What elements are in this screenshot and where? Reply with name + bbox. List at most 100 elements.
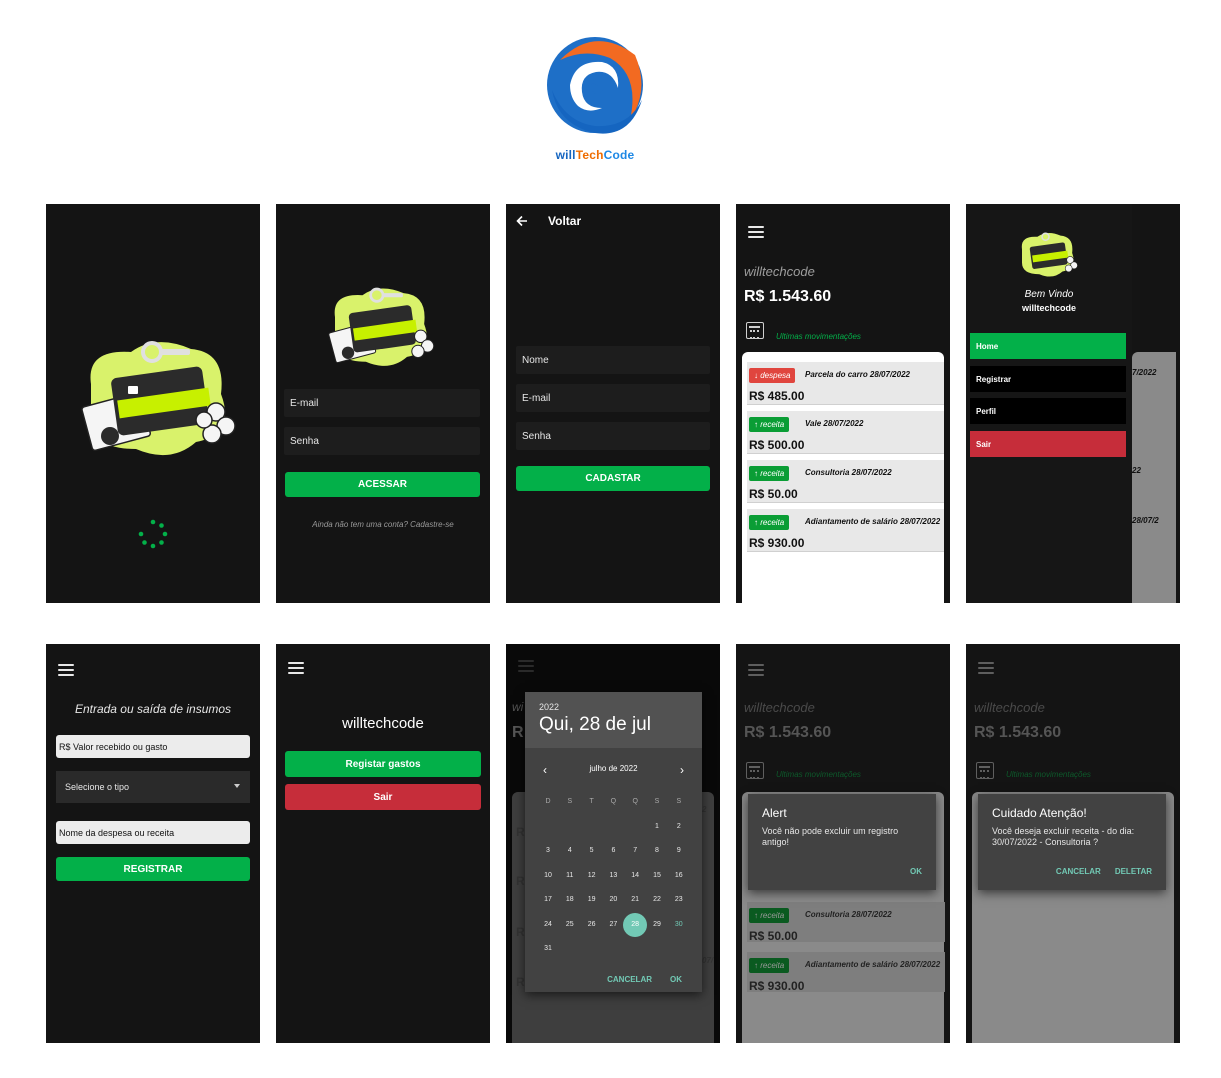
- dialog-body: Você não pode excluir um registro antigo…: [762, 826, 899, 847]
- date-picker-header: 2022 Qui, 28 de jul: [525, 692, 702, 748]
- back-arrow-icon[interactable]: [516, 215, 528, 227]
- logout-button[interactable]: Sair: [285, 784, 481, 810]
- item-value: R$ 50.00: [749, 929, 798, 943]
- list-item[interactable]: ↓ despesa Parcela do carro 28/07/2022 R$…: [747, 362, 944, 405]
- list-peek: 7/2022 22 28/07/2: [1132, 352, 1176, 603]
- list-item[interactable]: ↑ receita Adiantamento de salário 28/07/…: [747, 509, 944, 552]
- signup-link[interactable]: Ainda não tem uma conta? Cadastre-se: [276, 520, 490, 529]
- date-picker-dialog: 2022 Qui, 28 de jul ‹ julho de 2022 › DS…: [525, 692, 702, 992]
- picker-selected-date: Qui, 28 de jul: [539, 714, 651, 735]
- calendar-day[interactable]: 20: [602, 890, 624, 910]
- calendar-day[interactable]: 10: [537, 866, 559, 886]
- calendar-day[interactable]: 9: [668, 841, 690, 861]
- brand-tech: Tech: [575, 148, 604, 162]
- brand-wordmark: willTechCode: [540, 148, 650, 162]
- calendar-day[interactable]: 12: [581, 866, 603, 886]
- entry-screen: Entrada ou saída de insumos R$ Valor rec…: [46, 644, 260, 1043]
- month-label: julho de 2022: [589, 764, 638, 773]
- calendar-day[interactable]: 25: [559, 915, 581, 935]
- item-description: Consultoria 28/07/2022: [805, 468, 892, 477]
- menu-item-registrar[interactable]: Registrar: [970, 366, 1126, 392]
- item-value: R$ 930.00: [749, 979, 805, 993]
- type-select-label: Selecione o tipo: [65, 782, 130, 792]
- peek-text: 7/2022: [1132, 368, 1157, 377]
- calendar-day[interactable]: 19: [581, 890, 603, 910]
- peek-text: R: [516, 975, 525, 989]
- calendar-day[interactable]: 21: [624, 890, 646, 910]
- name-field[interactable]: Nome: [516, 346, 710, 374]
- chevron-right-icon[interactable]: ›: [680, 764, 684, 776]
- item-value: R$ 930.00: [749, 536, 805, 550]
- item-value: R$ 500.00: [749, 438, 805, 452]
- cancel-button[interactable]: CANCELAR: [607, 975, 652, 984]
- month-navigation: ‹ julho de 2022 ›: [525, 764, 702, 778]
- name-input[interactable]: Nome da despesa ou receita: [56, 821, 250, 844]
- menu-item-sair[interactable]: Sair: [970, 431, 1126, 457]
- picker-actions: CANCELAR OK: [607, 975, 702, 984]
- menu-icon[interactable]: [748, 226, 764, 238]
- profile-screen: willtechcode Registar gastos Sair: [276, 644, 490, 1043]
- calendar-day[interactable]: 2: [668, 817, 690, 837]
- chevron-left-icon[interactable]: ‹: [543, 764, 547, 776]
- register-button[interactable]: CADASTAR: [516, 466, 710, 491]
- calendar-day[interactable]: 24: [537, 915, 559, 935]
- type-select[interactable]: Selecione o tipo: [56, 771, 250, 803]
- back-label[interactable]: Voltar: [548, 214, 581, 228]
- dashboard-balance: R$ 1.543.60: [744, 724, 832, 741]
- menu-icon[interactable]: [58, 664, 74, 676]
- calendar-day[interactable]: 31: [537, 939, 559, 959]
- menu-item-home[interactable]: Home: [970, 333, 1126, 359]
- calendar-day[interactable]: 11: [559, 866, 581, 886]
- movements-list: ↓ despesa Parcela do carro 28/07/2022 R$…: [742, 352, 944, 603]
- cancel-button[interactable]: CANCELAR: [1056, 867, 1101, 876]
- calendar-day[interactable]: 6: [602, 841, 624, 861]
- calendar-day[interactable]: 5: [581, 841, 603, 861]
- calendar-day[interactable]: 8: [646, 841, 668, 861]
- calendar-day[interactable]: 1: [646, 817, 668, 837]
- menu-item-perfil[interactable]: Perfil: [970, 398, 1126, 424]
- calendar-day[interactable]: 4: [559, 841, 581, 861]
- calendar-day[interactable]: 3: [537, 841, 559, 861]
- email-field[interactable]: E-mail: [284, 389, 480, 417]
- calendar-day[interactable]: 17: [537, 890, 559, 910]
- calendar-day[interactable]: 27: [602, 915, 624, 935]
- calendar-day[interactable]: 13: [602, 866, 624, 886]
- list-item[interactable]: ↑ receita Consultoria 28/07/2022 R$ 50.0…: [747, 460, 944, 503]
- tag-label: receita: [760, 911, 785, 920]
- register-expenses-button[interactable]: Registar gastos: [285, 751, 481, 777]
- calendar-icon: [976, 762, 994, 779]
- password-field[interactable]: Senha: [516, 422, 710, 450]
- picker-year[interactable]: 2022: [539, 702, 688, 712]
- calendar-day[interactable]: 23: [668, 890, 690, 910]
- item-description: Adiantamento de salário 28/07/2022: [805, 960, 941, 969]
- password-field[interactable]: Senha: [284, 427, 480, 455]
- calendar-day[interactable]: 30: [668, 915, 690, 935]
- calendar-day[interactable]: 15: [646, 866, 668, 886]
- login-button[interactable]: ACESSAR: [285, 472, 480, 497]
- credit-card-illustration-icon: [81, 341, 236, 456]
- delete-button[interactable]: DELETAR: [1115, 867, 1152, 876]
- calendar-day[interactable]: 18: [559, 890, 581, 910]
- calendar-day[interactable]: 26: [581, 915, 603, 935]
- email-field[interactable]: E-mail: [516, 384, 710, 412]
- dashboard-balance: R$ 1.543.60: [974, 724, 1062, 741]
- confirm-screen: willtechcode R$ 1.543.60 Ultimas movimen…: [966, 644, 1180, 1043]
- calendar-day[interactable]: 14: [624, 866, 646, 886]
- value-input[interactable]: R$ Valor recebido ou gasto: [56, 735, 250, 758]
- calendar-day[interactable]: 29: [646, 915, 668, 935]
- peek-text: 22: [1132, 466, 1141, 475]
- item-value: R$ 50.00: [749, 487, 798, 501]
- brand-code: Code: [603, 148, 635, 162]
- drawer-screen: 7/2022 22 28/07/2 Bem Vindo willtechcode…: [966, 204, 1180, 603]
- calendar-day[interactable]: 16: [668, 866, 690, 886]
- calendar-day[interactable]: 22: [646, 890, 668, 910]
- calendar-day-selected[interactable]: 28: [623, 912, 648, 937]
- calendar-day[interactable]: 7: [624, 841, 646, 861]
- register-entry-button[interactable]: REGISTRAR: [56, 857, 250, 881]
- list-item[interactable]: ↑ receita Vale 28/07/2022 R$ 500.00: [747, 411, 944, 454]
- ok-button[interactable]: OK: [670, 975, 682, 984]
- calendar-icon[interactable]: [746, 322, 764, 339]
- menu-icon[interactable]: [288, 662, 304, 674]
- ok-button[interactable]: OK: [910, 867, 922, 876]
- dialog-title: Cuidado Atenção!: [992, 806, 1087, 820]
